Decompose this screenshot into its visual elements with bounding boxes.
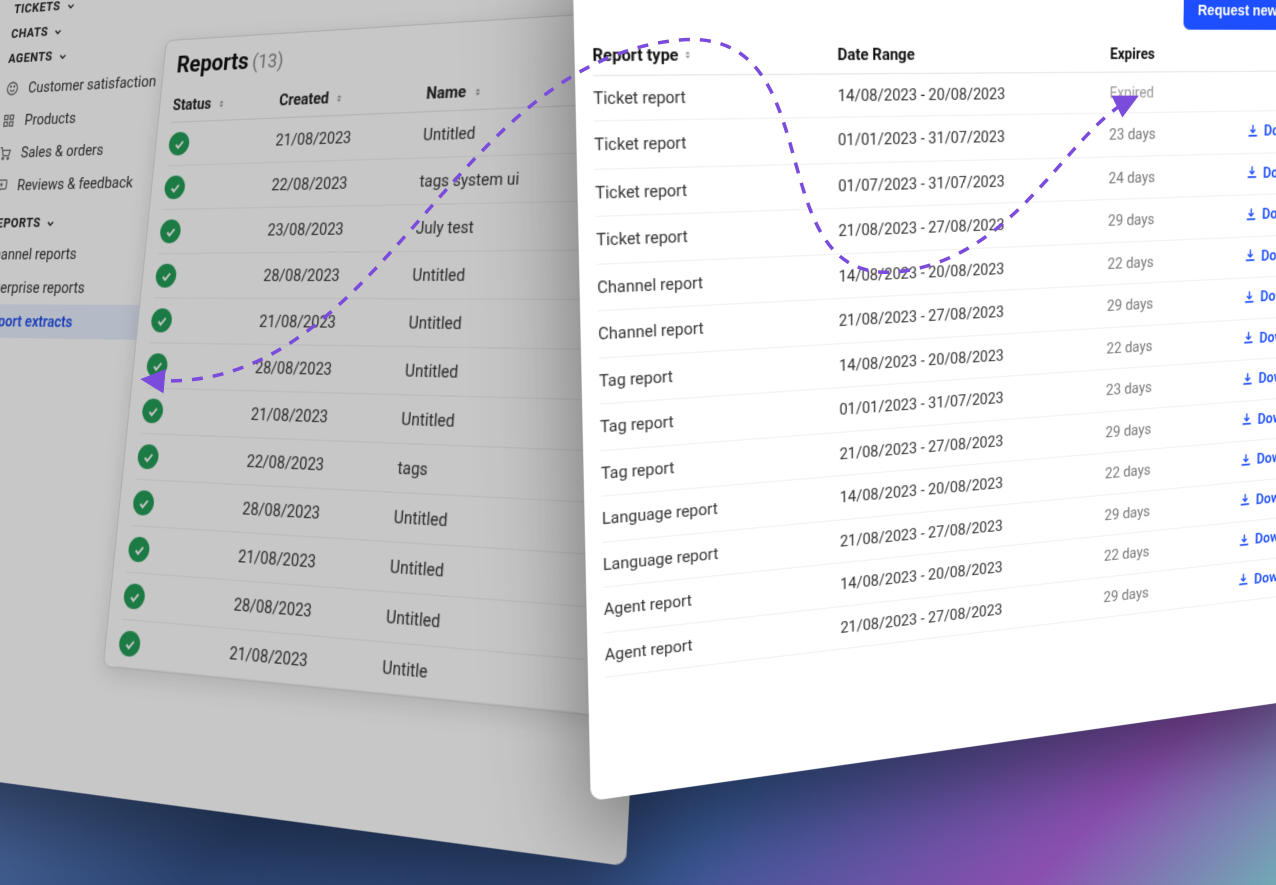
cell-created: 28/08/2023 <box>253 344 407 394</box>
chat-plus-icon <box>0 176 10 195</box>
download-link[interactable]: Download <box>1244 244 1276 265</box>
cell-type: Ticket report <box>594 117 838 169</box>
cell-range: 14/08/2023 - 20/08/2023 <box>837 72 1109 117</box>
col-expires[interactable]: Expires <box>1110 36 1213 72</box>
chevron-down-icon <box>45 217 57 230</box>
download-link[interactable]: Download <box>1241 406 1276 429</box>
download-link[interactable]: Download <box>1240 445 1276 469</box>
cell-expires: 29 days <box>1108 196 1210 242</box>
status-success-icon <box>132 490 155 516</box>
status-success-icon <box>150 308 173 332</box>
col-date-range[interactable]: Date Range <box>837 36 1110 74</box>
cell-created: 23/08/2023 <box>266 205 418 253</box>
cell-created: 22/08/2023 <box>270 158 422 207</box>
cell-created: 22/08/2023 <box>245 438 400 493</box>
download-link[interactable]: Download <box>1239 485 1276 509</box>
cell-type: Ticket report <box>595 163 838 216</box>
download-link[interactable]: Download <box>1238 525 1276 550</box>
grid-icon <box>0 111 17 130</box>
right-report-panel: 9+ ? CC Request new report Report type D… <box>572 0 1276 801</box>
download-link[interactable]: Download <box>1241 365 1276 388</box>
sort-icon <box>682 49 693 60</box>
download-link[interactable]: Download <box>1246 162 1276 182</box>
download-icon <box>1239 492 1252 508</box>
status-success-icon <box>127 536 150 563</box>
request-new-report-button[interactable]: Request new report <box>1183 0 1276 30</box>
cell-expires: 29 days <box>1107 280 1208 327</box>
status-success-icon <box>146 353 169 378</box>
cell-created: 21/08/2023 <box>249 391 403 444</box>
reports-title: Reports <box>176 49 250 79</box>
cell-expires: 24 days <box>1108 154 1210 200</box>
cell-range: 01/01/2023 - 31/07/2023 <box>838 113 1110 163</box>
reports-table: Status Created Name 21/08/2023 Unt <box>117 67 619 713</box>
smiley-icon <box>4 79 21 98</box>
sort-icon <box>216 99 226 110</box>
chevron-down-icon <box>52 25 63 38</box>
status-success-icon <box>123 583 146 610</box>
sort-icon <box>472 86 483 98</box>
download-icon <box>1247 123 1260 138</box>
cell-name: Untitled <box>400 395 599 451</box>
download-icon <box>1242 330 1255 346</box>
status-success-icon <box>137 444 160 470</box>
reports-card: Reports (13) Status Created Name <box>103 10 639 716</box>
cell-expires: 23 days <box>1109 112 1212 157</box>
download-link[interactable]: Download <box>1245 203 1276 224</box>
cell-created: 21/08/2023 <box>274 112 425 163</box>
download-link[interactable]: Download <box>1243 285 1276 307</box>
cell-expires: 22 days <box>1106 321 1207 369</box>
download-icon <box>1246 165 1259 180</box>
col-status[interactable]: Status <box>171 84 281 122</box>
table-row[interactable]: 23/08/2023 July test <box>158 201 610 254</box>
chevron-down-icon <box>65 0 77 12</box>
download-icon <box>1241 412 1254 428</box>
sort-icon <box>334 93 345 104</box>
cell-expires: 22 days <box>1107 238 1209 285</box>
status-success-icon <box>141 398 164 423</box>
download-icon <box>1237 572 1250 588</box>
reports-count: (13) <box>251 50 284 74</box>
cell-name: Untitled <box>407 299 605 350</box>
download-icon <box>1240 452 1253 468</box>
download-link[interactable]: Download <box>1237 564 1276 589</box>
status-success-icon <box>118 630 141 657</box>
report-extracts-table: Report type Date Range Expires Ticket re… <box>592 35 1276 678</box>
col-report-type[interactable]: Report type <box>592 35 837 75</box>
status-success-icon <box>155 264 178 288</box>
download-link[interactable]: Download <box>1242 325 1276 347</box>
status-success-icon <box>168 132 190 156</box>
table-row[interactable]: 28/08/2023 Untitled <box>154 250 608 300</box>
download-icon <box>1244 248 1257 264</box>
download-icon <box>1242 371 1255 387</box>
status-success-icon <box>164 175 186 199</box>
cart-icon <box>0 144 14 163</box>
status-success-icon <box>159 219 182 243</box>
cell-name: Untitled <box>403 347 601 400</box>
download-icon <box>1243 289 1256 305</box>
download-icon <box>1238 532 1251 548</box>
cell-created: 28/08/2023 <box>262 251 415 298</box>
download-icon <box>1245 207 1258 222</box>
chevron-down-icon <box>57 50 69 63</box>
download-link[interactable]: Download <box>1247 120 1276 140</box>
cell-expires: Expired <box>1109 72 1212 114</box>
cell-type: Ticket report <box>593 74 838 121</box>
cell-created: 21/08/2023 <box>257 298 410 346</box>
table-row[interactable]: 21/08/2023 Untitled <box>149 298 604 350</box>
